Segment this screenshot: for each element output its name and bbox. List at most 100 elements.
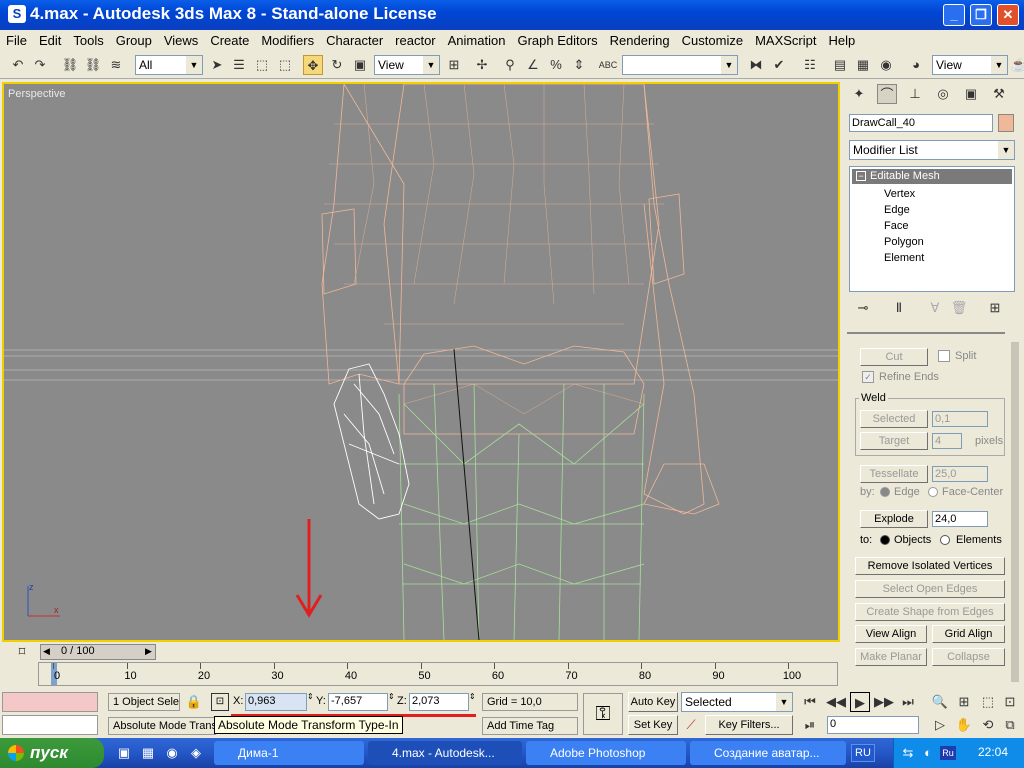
menu-create[interactable]: Create bbox=[204, 33, 255, 48]
task-word[interactable]: Создание аватар... bbox=[690, 741, 846, 765]
menu-help[interactable]: Help bbox=[822, 33, 861, 48]
undo-icon[interactable]: ↶ bbox=[8, 55, 28, 75]
x-coordinate-field[interactable]: 0,963 bbox=[245, 693, 307, 711]
collapse-button[interactable]: Collapse bbox=[932, 648, 1005, 666]
remove-modifier-icon[interactable]: 🗑 bbox=[949, 298, 969, 318]
task-3dsmax[interactable]: 4.max - Autodesk... bbox=[368, 741, 522, 765]
set-key-icon[interactable]: ⚿ bbox=[583, 693, 623, 735]
select-open-edges-button[interactable]: Select Open Edges bbox=[855, 580, 1005, 598]
stack-item-face[interactable]: Face bbox=[884, 220, 908, 232]
redo-icon[interactable]: ↷ bbox=[30, 55, 50, 75]
select-and-scale-icon[interactable]: ▣ bbox=[350, 55, 370, 75]
view-align-button[interactable]: View Align bbox=[855, 625, 927, 643]
time-slider[interactable]: ◀ 0 / 100 ▶ bbox=[40, 644, 156, 660]
zoom-all-icon[interactable]: ⊞ bbox=[954, 692, 974, 712]
stack-item-element[interactable]: Element bbox=[884, 252, 924, 264]
restore-button[interactable]: ❐ bbox=[970, 4, 992, 26]
stack-item-editable-mesh[interactable]: Editable Mesh bbox=[852, 169, 1012, 184]
percent-snap-icon[interactable]: % bbox=[546, 55, 566, 75]
pivot-center-icon[interactable]: ⊞ bbox=[444, 55, 464, 75]
zoom-icon[interactable]: 🔍 bbox=[930, 692, 950, 712]
menu-edit[interactable]: Edit bbox=[33, 33, 67, 48]
menu-file[interactable]: File bbox=[0, 33, 33, 48]
material-editor-icon[interactable]: ◉ bbox=[876, 55, 896, 75]
quick-launch-icon-2[interactable]: ▦ bbox=[138, 743, 158, 763]
menu-rendering[interactable]: Rendering bbox=[604, 33, 676, 48]
face-center-radio[interactable] bbox=[928, 487, 938, 497]
refine-ends-checkbox[interactable]: ✓ bbox=[862, 371, 874, 383]
motion-tab-icon[interactable]: ◎ bbox=[933, 84, 953, 104]
auto-key-button[interactable]: Auto Key bbox=[628, 692, 678, 712]
remove-isolated-vertices-button[interactable]: Remove Isolated Vertices bbox=[855, 557, 1005, 575]
network-icon[interactable]: ⇆ bbox=[898, 743, 918, 763]
go-to-start-icon[interactable]: ⏮ bbox=[800, 692, 820, 712]
show-end-result-icon[interactable]: Ⅱ bbox=[889, 298, 909, 318]
cut-button[interactable]: Cut bbox=[860, 348, 928, 366]
grid-align-button[interactable]: Grid Align bbox=[932, 625, 1005, 643]
menu-character[interactable]: Character bbox=[320, 33, 389, 48]
pin-stack-icon[interactable]: ⊸ bbox=[853, 298, 873, 318]
pan-icon[interactable]: ✋ bbox=[954, 715, 974, 735]
mirror-icon[interactable]: ⧓ bbox=[746, 55, 766, 75]
split-checkbox[interactable] bbox=[938, 350, 950, 362]
arc-rotate-icon[interactable]: ⟲ bbox=[978, 715, 998, 735]
stack-item-polygon[interactable]: Polygon bbox=[884, 236, 924, 248]
field-of-view-icon[interactable]: ▷ bbox=[930, 715, 950, 735]
curve-editor-icon[interactable]: ▤ bbox=[830, 55, 850, 75]
lock-selection-icon[interactable]: 🔒 bbox=[184, 692, 204, 712]
quick-render-icon[interactable]: ☕ bbox=[1009, 55, 1024, 75]
language-indicator[interactable]: RU bbox=[851, 744, 875, 762]
set-key-button[interactable]: Set Key bbox=[628, 715, 678, 735]
modifier-list-dropdown[interactable]: Modifier List ▼ bbox=[849, 140, 1015, 160]
menu-group[interactable]: Group bbox=[110, 33, 158, 48]
go-to-end-icon[interactable]: ⏭ bbox=[898, 692, 918, 712]
elements-radio[interactable] bbox=[940, 535, 950, 545]
track-bar[interactable]: 0 10 20 30 40 50 60 70 80 90 100 bbox=[38, 662, 838, 686]
quick-launch-icon[interactable]: ▣ bbox=[114, 743, 134, 763]
slider-left-arrow-icon[interactable]: ◀ bbox=[43, 646, 50, 657]
play-icon[interactable]: ▶ bbox=[850, 692, 870, 712]
maxscript-listener-mini[interactable] bbox=[2, 692, 98, 712]
weld-pixels-spinner[interactable]: 4 bbox=[932, 433, 962, 449]
make-unique-icon[interactable]: ∀ bbox=[925, 298, 945, 318]
maxscript-input-mini[interactable] bbox=[2, 715, 98, 735]
modify-tab-icon[interactable]: ⌒ bbox=[877, 84, 897, 104]
select-manipulate-icon[interactable]: ✢ bbox=[472, 55, 492, 75]
weld-threshold-spinner[interactable]: 0,1 bbox=[932, 411, 988, 427]
previous-frame-icon[interactable]: ◀◀ bbox=[826, 692, 846, 712]
selection-filter-dropdown[interactable]: All ▼ bbox=[135, 55, 203, 75]
weld-selected-button[interactable]: Selected bbox=[860, 410, 928, 428]
x-spinner-icon[interactable]: ⇕ bbox=[307, 692, 314, 701]
select-object-icon[interactable]: ➤ bbox=[207, 55, 227, 75]
explode-angle-spinner[interactable]: 24,0 bbox=[932, 511, 988, 527]
tessellate-button[interactable]: Tessellate bbox=[860, 465, 928, 483]
zoom-extents-all-icon[interactable]: ⊡ bbox=[1000, 692, 1020, 712]
schematic-view-icon[interactable]: ▦ bbox=[853, 55, 873, 75]
angle-snap-icon[interactable]: ∠ bbox=[523, 55, 543, 75]
panel-scrollbar[interactable] bbox=[1011, 342, 1019, 682]
close-button[interactable]: ✕ bbox=[997, 4, 1019, 26]
menu-customize[interactable]: Customize bbox=[676, 33, 749, 48]
zoom-extents-icon[interactable]: ⬚ bbox=[978, 692, 998, 712]
add-time-tag-button[interactable]: Add Time Tag bbox=[482, 717, 578, 735]
key-mode-toggle-icon[interactable]: ⏯ bbox=[800, 715, 820, 735]
menu-tools[interactable]: Tools bbox=[67, 33, 109, 48]
menu-modifiers[interactable]: Modifiers bbox=[255, 33, 320, 48]
edge-radio[interactable] bbox=[880, 487, 890, 497]
select-and-link-icon[interactable]: ⛓ bbox=[60, 55, 80, 75]
menu-maxscript[interactable]: MAXScript bbox=[749, 33, 822, 48]
menu-animation[interactable]: Animation bbox=[442, 33, 512, 48]
unlink-icon[interactable]: ⛓ bbox=[83, 55, 103, 75]
spinner-snap-icon[interactable]: ⇕ bbox=[569, 55, 589, 75]
current-frame-field[interactable]: 0 bbox=[827, 716, 919, 734]
select-and-move-icon[interactable]: ✥ bbox=[303, 55, 323, 75]
create-tab-icon[interactable]: ✦ bbox=[849, 84, 869, 104]
default-in-out-tangents-icon[interactable]: ⟋ bbox=[681, 715, 701, 735]
minimize-button[interactable]: _ bbox=[943, 4, 965, 26]
reference-coordinate-dropdown[interactable]: View ▼ bbox=[374, 55, 440, 75]
snaps-toggle-icon[interactable]: ⚲ bbox=[500, 55, 520, 75]
display-tab-icon[interactable]: ▣ bbox=[961, 84, 981, 104]
menu-reactor[interactable]: reactor bbox=[389, 33, 441, 48]
next-frame-icon[interactable]: ▶▶ bbox=[874, 692, 894, 712]
create-shape-from-edges-button[interactable]: Create Shape from Edges bbox=[855, 603, 1005, 621]
